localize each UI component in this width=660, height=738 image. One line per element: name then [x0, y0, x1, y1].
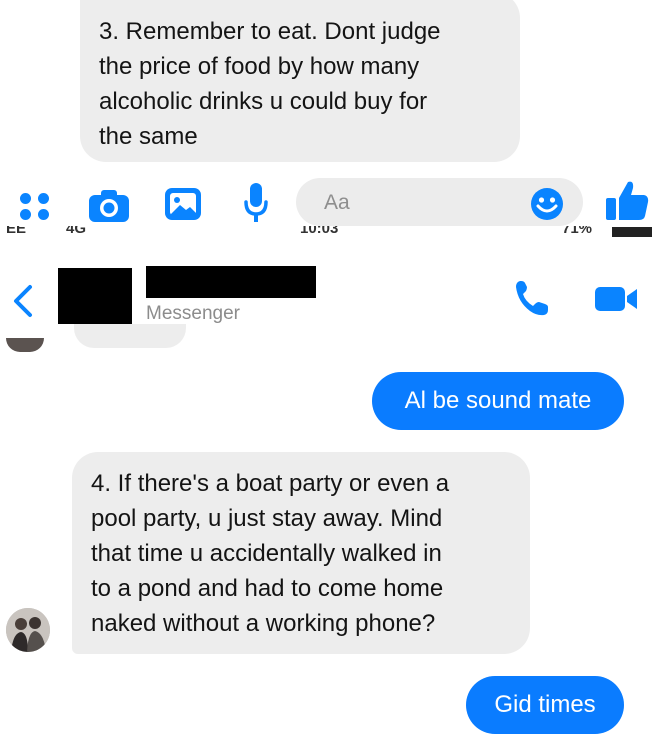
outgoing-message-bubble[interactable]: Gid times: [466, 676, 624, 734]
battery-icon: [612, 227, 652, 237]
back-icon[interactable]: [10, 284, 36, 318]
carrier-label: EE: [6, 226, 27, 237]
status-bar: EE 4G 10:03 71%: [0, 226, 660, 244]
message-line: that time u accidentally walked in: [91, 540, 442, 567]
contact-name-redacted[interactable]: [146, 266, 316, 298]
video-call-icon[interactable]: [594, 284, 638, 314]
message-line: 3. Remember to eat. Dont judge: [99, 18, 441, 45]
message-line: to a pond and had to come home: [91, 575, 444, 602]
message-line: naked without a working phone?: [91, 610, 436, 637]
image-icon[interactable]: [163, 186, 203, 222]
thumbs-up-icon[interactable]: [604, 178, 650, 222]
incoming-message-bubble[interactable]: 3. Remember to eat. Dont judge the price…: [80, 0, 520, 162]
camera-icon[interactable]: [88, 189, 130, 222]
contact-avatar[interactable]: [6, 608, 50, 652]
call-icon[interactable]: [512, 278, 552, 318]
message-line: 4. If there's a boat party or even a: [91, 470, 450, 497]
contact-avatar-redacted[interactable]: [58, 268, 132, 324]
message-line: pool party, u just stay away. Mind: [91, 505, 443, 532]
mic-icon[interactable]: [243, 182, 269, 224]
outgoing-message-bubble[interactable]: Al be sound mate: [372, 372, 624, 430]
battery-percent: 71%: [562, 226, 593, 237]
incoming-message-bubble[interactable]: 4. If there's a boat party or even a poo…: [72, 452, 530, 654]
message-line: the price of food by how many: [99, 53, 420, 80]
apps-icon[interactable]: [18, 191, 58, 221]
message-line: the same: [99, 123, 198, 150]
message-line: alcoholic drinks u could buy for: [99, 88, 428, 115]
contact-avatar: [6, 338, 44, 352]
previous-screenshot-pane: 3. Remember to eat. Dont judge the price…: [0, 0, 660, 226]
message-thread: Al be sound mate 4. If there's a boat pa…: [0, 324, 660, 738]
network-label: 4G: [66, 226, 87, 237]
emoji-icon[interactable]: [530, 187, 564, 221]
header-subtitle: Messenger: [146, 303, 240, 324]
incoming-message-bubble-partial: [74, 324, 186, 348]
conversation-header: Messenger: [0, 244, 660, 324]
message-composer: Aa: [0, 174, 660, 230]
status-time: 10:03: [300, 226, 339, 237]
